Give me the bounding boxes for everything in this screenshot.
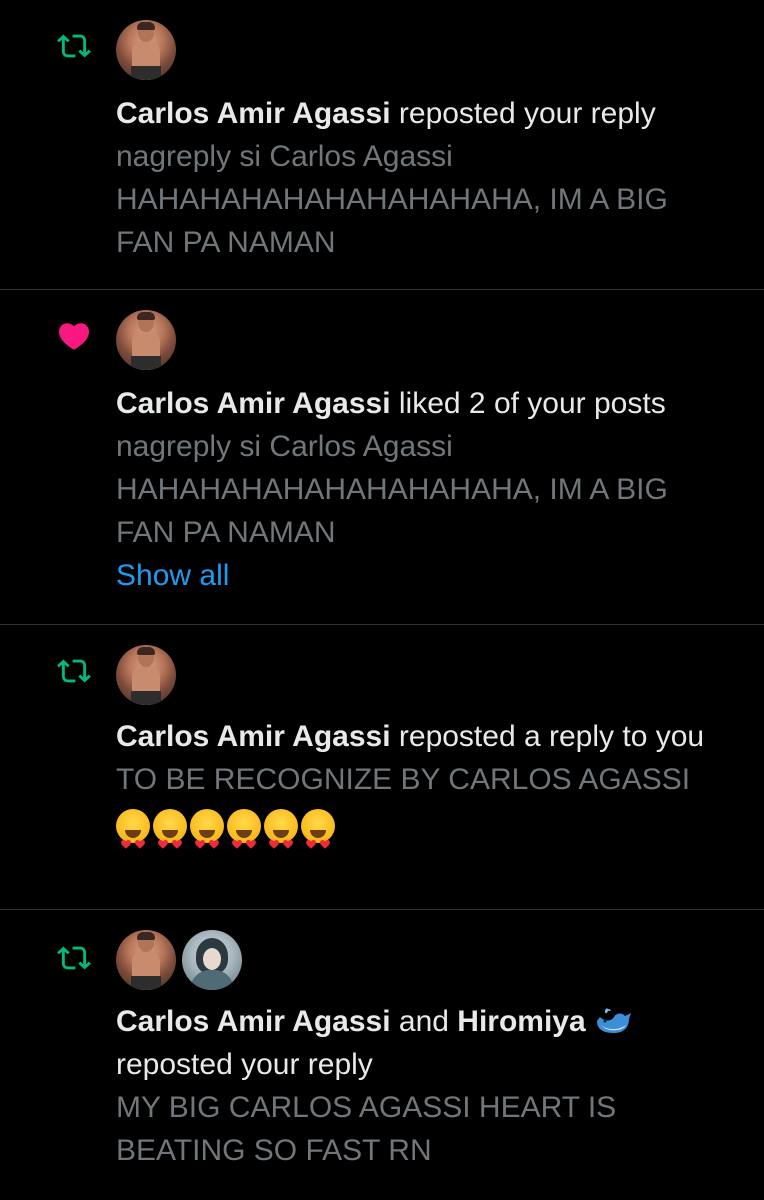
- notification-item[interactable]: Carlos Amir Agassi reposted a reply to y…: [0, 625, 764, 910]
- notification-item[interactable]: Carlos Amir Agassi reposted your reply n…: [0, 0, 764, 290]
- notification-headline: Carlos Amir Agassi reposted a reply to y…: [116, 715, 728, 758]
- user-name-2[interactable]: Hiromiya: [457, 1005, 585, 1038]
- avatar[interactable]: [116, 645, 176, 705]
- heart-eyes-emoji: [153, 809, 187, 849]
- notification-body: MY BIG CARLOS AGASSI HEART IS BEATING SO…: [116, 1091, 617, 1167]
- notification-body: TO BE RECOGNIZE BY CARLOS AGASSI: [116, 763, 691, 796]
- notification-headline: Carlos Amir Agassi liked 2 of your posts: [116, 382, 728, 425]
- heart-eyes-emoji: [264, 809, 298, 849]
- heart-eyes-emoji: [190, 809, 224, 849]
- avatar[interactable]: [116, 310, 176, 370]
- headline-text: reposted your reply: [398, 97, 656, 130]
- avatar[interactable]: [116, 20, 176, 80]
- user-name[interactable]: Carlos Amir Agassi: [116, 387, 391, 420]
- user-name[interactable]: Carlos Amir Agassi: [116, 97, 391, 130]
- avatar[interactable]: [182, 930, 242, 990]
- notification-body: nagreply si Carlos Agassi HAHAHAHAHAHAHA…: [116, 430, 668, 549]
- notification-headline: Carlos Amir Agassi and Hiromiya reposted…: [116, 1000, 728, 1086]
- headline-text: reposted your reply: [116, 1048, 373, 1081]
- whale-icon: [594, 1004, 632, 1033]
- repost-icon: [52, 649, 96, 693]
- headline-text: reposted a reply to you: [398, 720, 705, 753]
- user-name[interactable]: Carlos Amir Agassi: [116, 1005, 391, 1038]
- heart-eyes-emoji: [116, 809, 150, 849]
- heart-icon: [52, 314, 96, 358]
- headline-text: liked 2 of your posts: [398, 387, 666, 420]
- show-all-link[interactable]: Show all: [116, 554, 728, 597]
- notification-item[interactable]: Carlos Amir Agassi liked 2 of your posts…: [0, 290, 764, 625]
- repost-icon: [52, 24, 96, 68]
- notification-headline: Carlos Amir Agassi reposted your reply: [116, 92, 728, 135]
- heart-eyes-emoji: [227, 809, 261, 849]
- notification-item[interactable]: Carlos Amir Agassi and Hiromiya reposted…: [0, 910, 764, 1200]
- repost-icon: [52, 936, 96, 980]
- notification-body: nagreply si Carlos Agassi HAHAHAHAHAHAHA…: [116, 140, 668, 259]
- headline-joiner: and: [398, 1005, 449, 1038]
- heart-eyes-emoji: [301, 809, 335, 849]
- user-name[interactable]: Carlos Amir Agassi: [116, 720, 391, 753]
- emoji-row: [116, 809, 728, 849]
- avatar[interactable]: [116, 930, 176, 990]
